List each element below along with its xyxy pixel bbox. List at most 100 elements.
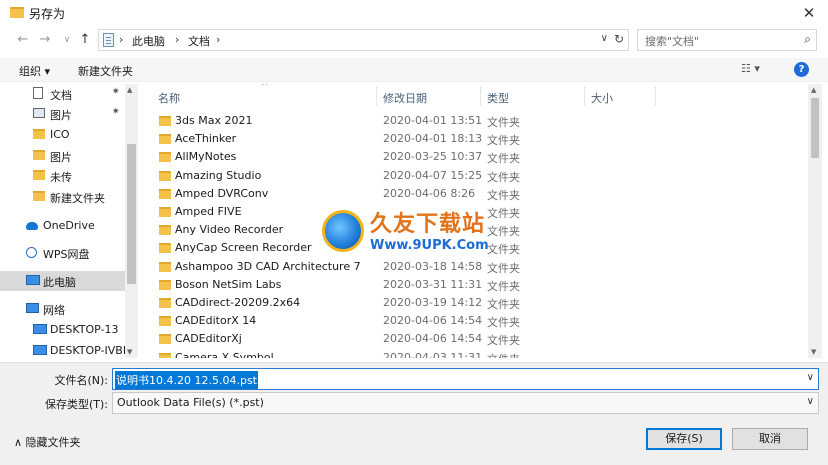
sidebar-item-pictures-folder[interactable]: 图片 bbox=[0, 146, 125, 166]
scroll-down-icon[interactable]: ▼ bbox=[127, 348, 132, 356]
sidebar-item-network[interactable]: 网络 bbox=[0, 299, 125, 319]
folder-icon bbox=[33, 191, 45, 201]
wps-cloud-icon bbox=[26, 247, 37, 258]
file-list-scrollbar[interactable]: ▲ ▼ bbox=[808, 84, 822, 358]
sidebar-item-untransferred[interactable]: 未传 bbox=[0, 166, 125, 186]
new-folder-button[interactable]: 新建文件夹 bbox=[78, 63, 133, 79]
computer-icon bbox=[26, 275, 40, 285]
file-row[interactable]: 3ds Max 2021 2020-04-01 13:51 文件夹 bbox=[148, 112, 808, 130]
file-row[interactable]: Amped DVRConv 2020-04-06 8:26 文件夹 bbox=[148, 185, 808, 203]
column-modified[interactable]: 修改日期 bbox=[383, 90, 427, 106]
sidebar-item-documents[interactable]: 文档 ✷ bbox=[0, 84, 125, 104]
sidebar-item-this-pc[interactable]: 此电脑 bbox=[0, 271, 125, 291]
folder-icon bbox=[159, 352, 171, 358]
file-name: Any Video Recorder bbox=[175, 223, 284, 237]
document-icon bbox=[33, 87, 43, 99]
scrollbar-thumb[interactable] bbox=[811, 98, 819, 158]
title-bar: 另存为 ✕ bbox=[0, 0, 828, 26]
breadcrumb-this-pc[interactable]: 此电脑 bbox=[132, 33, 165, 49]
sidebar-item-label: 未传 bbox=[50, 171, 72, 184]
breadcrumb-separator[interactable]: › bbox=[175, 33, 179, 46]
hide-folders-toggle[interactable]: ∧ 隐藏文件夹 bbox=[14, 434, 81, 450]
scroll-up-icon[interactable]: ▲ bbox=[811, 86, 816, 94]
pin-icon: ✷ bbox=[112, 87, 120, 97]
file-name: Amped DVRConv bbox=[175, 186, 269, 200]
file-row[interactable]: Boson NetSim Labs 2020-03-31 11:31 文件夹 bbox=[148, 276, 808, 294]
sidebar-item-desktop-13[interactable]: DESKTOP-13 bbox=[0, 320, 125, 340]
file-type: 文件夹 bbox=[487, 134, 520, 148]
scroll-down-icon[interactable]: ▼ bbox=[811, 348, 816, 356]
help-icon[interactable]: ? bbox=[794, 62, 809, 77]
organize-button[interactable]: 组织 ▾ bbox=[19, 63, 50, 79]
breadcrumb-separator[interactable]: › bbox=[216, 33, 220, 46]
column-divider[interactable] bbox=[584, 86, 585, 106]
file-name: CADEditorX 14 bbox=[175, 314, 257, 328]
file-row[interactable]: Camera X Symbol 2020-04-03 11:31 文件夹 bbox=[148, 349, 808, 358]
sidebar-item-label: 图片 bbox=[50, 109, 72, 122]
file-name: Amped FIVE bbox=[175, 205, 242, 218]
back-button[interactable]: ← bbox=[14, 31, 32, 49]
file-row[interactable]: CADEditorX 14 2020-04-06 14:54 文件夹 bbox=[148, 312, 808, 330]
cancel-button[interactable]: 取消 bbox=[732, 428, 808, 450]
column-size[interactable]: 大小 bbox=[591, 90, 613, 106]
sidebar-item-wps-cloud[interactable]: WPS网盘 bbox=[0, 243, 125, 263]
file-modified: 2020-03-31 11:31 bbox=[383, 277, 483, 291]
column-name[interactable]: 名称 bbox=[158, 90, 180, 106]
recent-locations-button[interactable]: ∨ bbox=[58, 31, 76, 49]
file-name: AllMyNotes bbox=[175, 150, 237, 164]
sidebar-item-new-folder[interactable]: 新建文件夹 bbox=[0, 187, 125, 207]
scroll-up-icon[interactable]: ▲ bbox=[127, 86, 132, 94]
column-divider[interactable] bbox=[480, 86, 481, 106]
folder-icon bbox=[159, 243, 171, 254]
search-icon[interactable]: ⌕ bbox=[804, 32, 811, 47]
folder-icon bbox=[33, 170, 45, 180]
column-divider[interactable] bbox=[655, 86, 656, 106]
up-button[interactable]: ↑ bbox=[76, 31, 94, 49]
filename-field[interactable]: 说明书10.4.20 12.5.04.pst ∨ bbox=[112, 368, 819, 390]
sidebar-item-ico[interactable]: ICO bbox=[0, 125, 125, 145]
file-modified: 2020-04-07 15:25 bbox=[383, 168, 483, 182]
folder-icon bbox=[159, 316, 171, 327]
file-row[interactable]: AceThinker 2020-04-01 18:13 文件夹 bbox=[148, 130, 808, 148]
folder-icon bbox=[33, 150, 45, 160]
scrollbar-thumb[interactable] bbox=[127, 144, 136, 284]
address-bar[interactable]: › 此电脑 › 文档 › ∨ ↻ bbox=[98, 29, 629, 51]
cloud-icon bbox=[26, 222, 38, 230]
folder-icon bbox=[159, 152, 171, 163]
file-modified: 2020-04-01 13:51 bbox=[383, 114, 483, 127]
column-divider[interactable] bbox=[376, 86, 377, 106]
view-options-button[interactable]: ☷ ▾ bbox=[741, 62, 760, 75]
sidebar-item-pictures[interactable]: 图片 ✷ bbox=[0, 104, 125, 124]
forward-button[interactable]: → bbox=[36, 31, 54, 49]
file-type: 文件夹 bbox=[487, 298, 520, 311]
file-name: 3ds Max 2021 bbox=[175, 114, 253, 127]
chevron-down-icon[interactable]: ∨ bbox=[807, 372, 814, 383]
sidebar-item-desktop-ivbl[interactable]: DESKTOP-IVBL bbox=[0, 341, 129, 358]
filetype-value: Outlook Data File(s) (*.pst) bbox=[117, 396, 264, 409]
filetype-select[interactable]: Outlook Data File(s) (*.pst) ∨ bbox=[112, 392, 819, 414]
search-input[interactable]: 搜索"文档" ⌕ bbox=[637, 29, 817, 51]
file-type: 文件夹 bbox=[487, 351, 520, 358]
file-type: 文件夹 bbox=[487, 334, 520, 348]
document-icon bbox=[103, 33, 114, 47]
column-type[interactable]: 类型 bbox=[487, 90, 509, 106]
breadcrumb-separator[interactable]: › bbox=[119, 33, 123, 46]
search-placeholder: 搜索"文档" bbox=[645, 35, 700, 48]
folder-icon bbox=[159, 116, 171, 126]
sidebar-item-onedrive[interactable]: OneDrive bbox=[0, 216, 125, 236]
chevron-down-icon[interactable]: ∨ bbox=[601, 33, 608, 44]
refresh-icon[interactable]: ↻ bbox=[614, 32, 624, 46]
sidebar-item-label: OneDrive bbox=[43, 219, 95, 232]
file-row[interactable]: Amazing Studio 2020-04-07 15:25 文件夹 bbox=[148, 167, 808, 185]
chevron-down-icon[interactable]: ∨ bbox=[807, 396, 814, 407]
file-row[interactable]: CADEditorXj 2020-04-06 14:54 文件夹 bbox=[148, 330, 808, 348]
sidebar-item-label: DESKTOP-13 bbox=[50, 323, 119, 336]
navigation-scrollbar[interactable]: ▲ ▼ bbox=[125, 84, 138, 358]
breadcrumb-documents[interactable]: 文档 bbox=[188, 33, 210, 49]
filetype-label: 保存类型(T): bbox=[44, 398, 108, 411]
filename-value[interactable]: 说明书10.4.20 12.5.04.pst bbox=[115, 371, 258, 389]
save-button[interactable]: 保存(S) bbox=[646, 428, 722, 450]
file-row[interactable]: AllMyNotes 2020-03-25 10:37 文件夹 bbox=[148, 148, 808, 166]
close-button[interactable]: ✕ bbox=[798, 2, 820, 24]
file-row[interactable]: CADdirect-20209.2x64 2020-03-19 14:12 文件夹 bbox=[148, 294, 808, 312]
